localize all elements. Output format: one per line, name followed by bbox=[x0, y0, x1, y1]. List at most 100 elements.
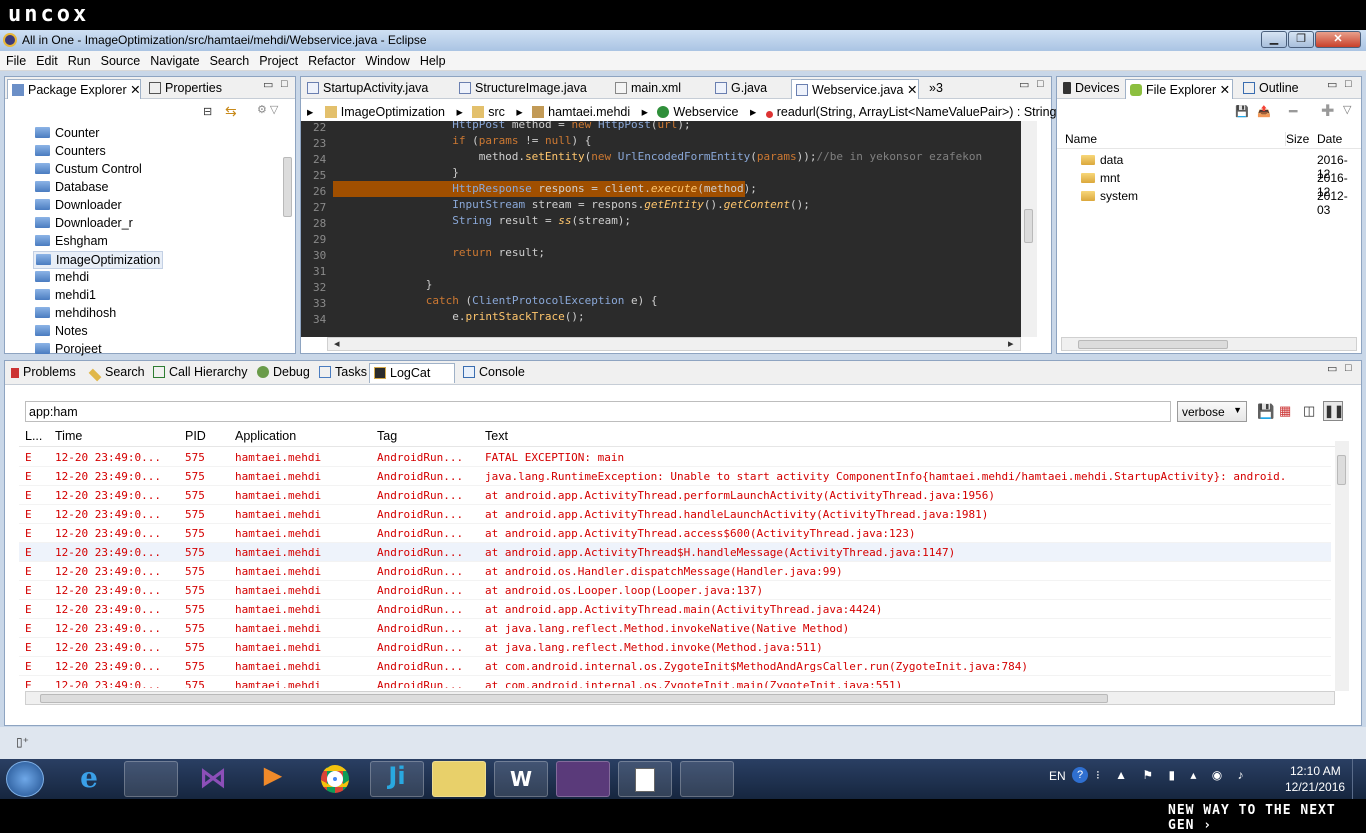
log-hscroll-thumb[interactable] bbox=[40, 694, 1108, 703]
tree-item[interactable]: Counter bbox=[33, 125, 101, 143]
column-size[interactable]: Size bbox=[1285, 132, 1309, 146]
close-tab-icon[interactable]: ✕ bbox=[907, 83, 917, 97]
breadcrumb-class[interactable]: Webservice bbox=[673, 105, 738, 119]
menu-navigate[interactable]: Navigate bbox=[146, 51, 203, 68]
tree-scrollbar-thumb[interactable] bbox=[283, 157, 292, 217]
tab-package-explorer[interactable]: Package Explorer ✕ bbox=[7, 79, 141, 99]
maximize-view-icon[interactable]: □ bbox=[1345, 362, 1352, 374]
eclipse-javaee-icon[interactable] bbox=[556, 761, 610, 797]
menu-help[interactable]: Help bbox=[416, 51, 450, 68]
breadcrumb-package[interactable]: hamtaei.mehdi bbox=[548, 105, 630, 119]
tab-structureimage[interactable]: StructureImage.java bbox=[455, 79, 591, 99]
log-row[interactable]: E 12-20 23:49:0... 575 hamtaei.mehdi Android… bbox=[19, 505, 1331, 524]
menu-edit[interactable]: Edit bbox=[32, 51, 62, 68]
close-tab-icon[interactable]: ✕ bbox=[1220, 83, 1230, 97]
tab-file-explorer[interactable]: File Explorer ✕ bbox=[1125, 79, 1233, 99]
tab-search[interactable]: Search bbox=[85, 363, 149, 383]
log-level-select[interactable]: verbose ▼ bbox=[1177, 401, 1247, 422]
column-name[interactable]: Name bbox=[1065, 132, 1097, 146]
file-hscroll[interactable] bbox=[1061, 337, 1357, 351]
chrome-icon[interactable] bbox=[308, 761, 362, 797]
editor-hscroll[interactable]: ◂ ▸ bbox=[327, 337, 1021, 351]
clear-log-icon[interactable]: ▦ bbox=[1279, 403, 1291, 419]
tab-logcat[interactable]: LogCat bbox=[369, 363, 455, 383]
tree-item[interactable]: Custum Control bbox=[33, 161, 144, 179]
maximize-view-icon[interactable]: □ bbox=[1345, 78, 1352, 90]
file-row[interactable]: system 2012-03 bbox=[1081, 189, 1361, 217]
log-row[interactable]: E 12-20 23:49:0... 575 hamtaei.mehdi Android… bbox=[19, 448, 1331, 467]
view-menu-icon[interactable]: ▽ bbox=[1343, 103, 1351, 116]
view-menu-icon[interactable]: ⚙ ▽ bbox=[257, 103, 278, 116]
minimize-view-icon[interactable]: ▭ bbox=[263, 78, 273, 91]
minimize-button[interactable]: ▁ bbox=[1261, 31, 1287, 48]
log-row[interactable]: E 12-20 23:49:0... 575 hamtaei.mehdi Android… bbox=[19, 619, 1331, 638]
pause-icon[interactable]: ❚❚ bbox=[1323, 401, 1344, 421]
new-folder-icon[interactable]: ✚ bbox=[1321, 101, 1334, 121]
maximize-button[interactable]: ❐ bbox=[1288, 31, 1314, 48]
tree-item[interactable]: Eshgham bbox=[33, 233, 110, 251]
breadcrumb-method[interactable]: readurl(String, ArrayList<NameValuePair>… bbox=[777, 105, 1057, 119]
file-row[interactable]: data 2016-12 bbox=[1081, 153, 1361, 181]
word-icon[interactable]: W bbox=[494, 761, 548, 797]
tab-devices[interactable]: Devices bbox=[1059, 79, 1123, 99]
help-icon[interactable]: ? bbox=[1072, 767, 1088, 783]
tree-item[interactable]: Database bbox=[33, 179, 111, 197]
column-date[interactable]: Date bbox=[1317, 132, 1342, 146]
clock-time[interactable]: 12:10 AM bbox=[1290, 764, 1341, 778]
log-row[interactable]: E 12-20 23:49:0... 575 hamtaei.mehdi Android… bbox=[19, 638, 1331, 657]
tree-item[interactable]: Notes bbox=[33, 323, 90, 341]
tab-main-xml[interactable]: main.xml bbox=[611, 79, 685, 99]
column-level[interactable]: L... bbox=[25, 429, 42, 443]
video-editor-icon[interactable] bbox=[432, 761, 486, 797]
tab-call-hierarchy[interactable]: Call Hierarchy bbox=[149, 363, 252, 383]
column-application[interactable]: Application bbox=[235, 429, 296, 443]
tree-item[interactable]: Porojeet bbox=[33, 341, 104, 359]
log-vscroll[interactable] bbox=[1335, 441, 1349, 691]
tree-item[interactable]: Downloader bbox=[33, 197, 124, 215]
tree-item[interactable]: ImageOptimization bbox=[33, 251, 164, 269]
tray-icons[interactable]: ⁝ ▲ ⚑ ▮ ▴ ◉ ♪ bbox=[1096, 768, 1250, 782]
tab-g-java[interactable]: G.java bbox=[711, 79, 771, 99]
delete-icon[interactable]: ━ bbox=[1289, 103, 1297, 120]
column-time[interactable]: Time bbox=[55, 429, 82, 443]
log-row[interactable]: E 12-20 23:49:0... 575 hamtaei.mehdi Android… bbox=[19, 600, 1331, 619]
logcat-filter-input[interactable] bbox=[25, 401, 1171, 422]
tab-problems[interactable]: Problems bbox=[7, 363, 80, 383]
log-row[interactable]: E 12-20 23:49:0... 575 hamtaei.mehdi Android… bbox=[19, 562, 1331, 581]
menu-refactor[interactable]: Refactor bbox=[304, 51, 359, 68]
maximize-view-icon[interactable]: □ bbox=[1037, 78, 1044, 90]
tree-item[interactable]: mehdi1 bbox=[33, 287, 98, 305]
clock-date[interactable]: 12/21/2016 bbox=[1285, 780, 1345, 794]
minimize-view-icon[interactable]: ▭ bbox=[1019, 78, 1029, 91]
visual-studio-icon[interactable]: ⋈ bbox=[186, 761, 240, 797]
breadcrumb-src[interactable]: src bbox=[488, 105, 505, 119]
log-row[interactable]: E 12-20 23:49:0... 575 hamtaei.mehdi Android… bbox=[19, 676, 1331, 688]
log-hscroll[interactable] bbox=[25, 691, 1335, 705]
start-button[interactable] bbox=[6, 761, 44, 797]
media-player-icon[interactable]: ▶ bbox=[246, 761, 300, 797]
menu-file[interactable]: File bbox=[2, 51, 30, 68]
breadcrumb-project[interactable]: ImageOptimization bbox=[341, 105, 445, 119]
log-row[interactable]: E 12-20 23:49:0... 575 hamtaei.mehdi Android… bbox=[19, 524, 1331, 543]
menu-run[interactable]: Run bbox=[64, 51, 95, 68]
tab-webservice[interactable]: Webservice.java ✕ bbox=[791, 79, 919, 99]
fast-view-icon[interactable]: ▯⁺ bbox=[16, 735, 29, 749]
tab-overflow[interactable]: »3 bbox=[925, 79, 947, 99]
tree-item[interactable]: mehdihosh bbox=[33, 305, 118, 323]
link-editor-icon[interactable]: ⇆ bbox=[225, 103, 237, 120]
scroll-left-icon[interactable]: ◂ bbox=[334, 337, 340, 350]
explorer-icon[interactable] bbox=[124, 761, 178, 797]
file-row[interactable]: mnt 2016-12 bbox=[1081, 171, 1361, 199]
log-row[interactable]: E 12-20 23:49:0... 575 hamtaei.mehdi Android… bbox=[19, 486, 1331, 505]
minimize-view-icon[interactable]: ▭ bbox=[1327, 362, 1337, 375]
tab-properties[interactable]: Properties bbox=[145, 79, 226, 99]
push-file-icon[interactable]: 📤 bbox=[1257, 105, 1271, 118]
menu-source[interactable]: Source bbox=[97, 51, 145, 68]
menu-search[interactable]: Search bbox=[206, 51, 254, 68]
pull-file-icon[interactable]: 💾 bbox=[1235, 105, 1249, 118]
tree-item[interactable]: Downloader_r bbox=[33, 215, 135, 233]
tab-outline[interactable]: Outline bbox=[1239, 79, 1303, 99]
tab-startupactivity[interactable]: StartupActivity.java bbox=[303, 79, 432, 99]
log-row[interactable]: E 12-20 23:49:0... 575 hamtaei.mehdi Android… bbox=[19, 467, 1331, 486]
log-row[interactable]: E 12-20 23:49:0... 575 hamtaei.mehdi Android… bbox=[19, 581, 1331, 600]
